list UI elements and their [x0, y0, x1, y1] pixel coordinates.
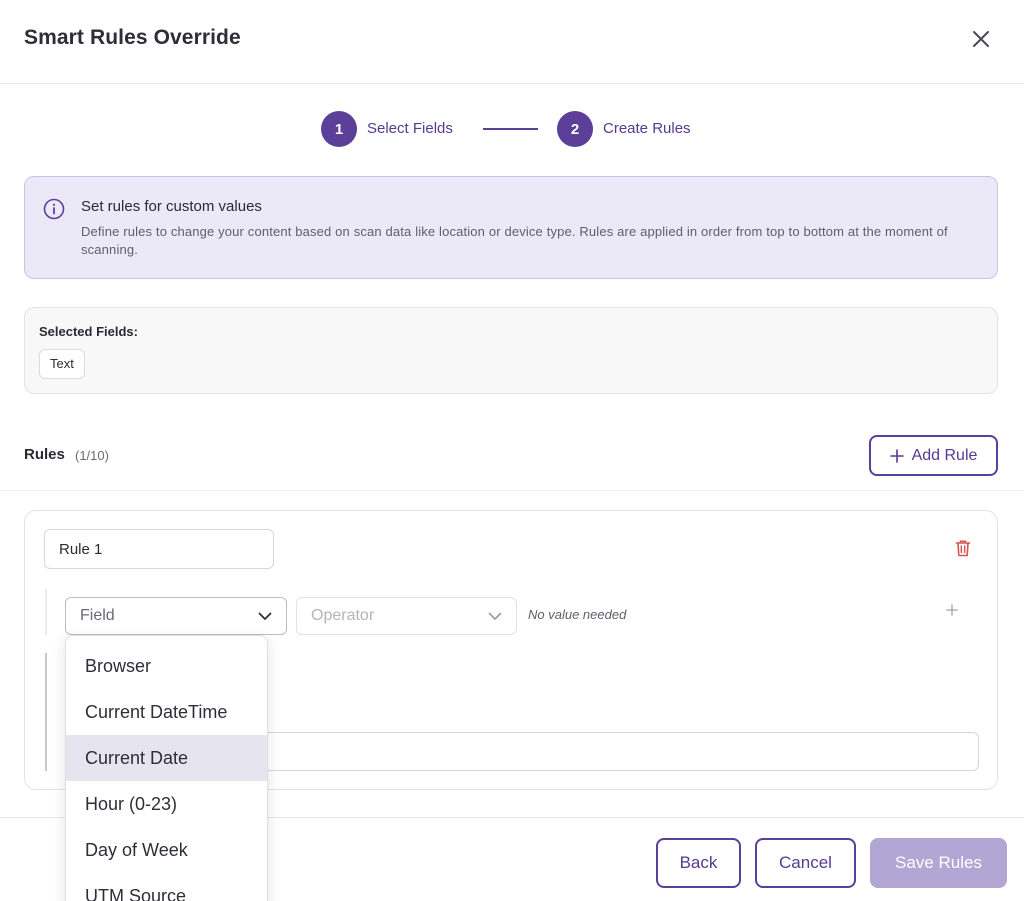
info-description: Define rules to change your content base…: [81, 224, 948, 257]
field-dropdown-menu: Browser Current DateTime Current Date Ho…: [65, 635, 268, 901]
trash-icon: [955, 540, 971, 557]
info-icon: [43, 198, 65, 220]
rules-heading: Rules: [24, 446, 65, 463]
chevron-down-icon: [258, 612, 272, 620]
field-select[interactable]: Field: [65, 597, 287, 635]
field-chip: Text: [39, 349, 85, 379]
dropdown-option-utm-source[interactable]: UTM Source: [66, 873, 267, 901]
add-rule-button[interactable]: Add Rule: [869, 435, 998, 476]
action-indent-bar: [45, 653, 47, 771]
no-value-text: No value needed: [528, 607, 627, 622]
selected-fields-panel: Selected Fields: Text: [24, 307, 998, 394]
info-title: Set rules for custom values: [81, 198, 262, 215]
cancel-button[interactable]: Cancel: [755, 838, 856, 888]
plus-icon: [889, 448, 904, 463]
add-rule-label: Add Rule: [911, 446, 978, 464]
close-icon: [973, 31, 989, 47]
selected-fields-label: Selected Fields:: [39, 324, 138, 339]
modal-title: Smart Rules Override: [24, 26, 241, 49]
operator-select-value: Operator: [311, 607, 375, 624]
smart-rules-modal: Smart Rules Override 1 Select Fields 2 C…: [0, 0, 1024, 901]
modal-header: Smart Rules Override: [0, 0, 1024, 84]
save-rules-button[interactable]: Save Rules: [870, 838, 1007, 888]
plus-icon: [946, 604, 958, 616]
step-2-number: 2: [557, 111, 593, 147]
add-condition-button[interactable]: [946, 603, 958, 621]
rule-name-input[interactable]: [44, 529, 274, 569]
field-select-value: Field: [80, 607, 115, 624]
section-divider: [0, 490, 1024, 491]
operator-select[interactable]: Operator: [296, 597, 517, 635]
dropdown-option-current-date[interactable]: Current Date: [66, 735, 267, 781]
override-value-input[interactable]: [265, 732, 979, 771]
dropdown-option-hour[interactable]: Hour (0-23): [66, 781, 267, 827]
condition-indent-bar: [45, 589, 47, 635]
delete-rule-button[interactable]: [955, 539, 971, 562]
back-button[interactable]: Back: [656, 838, 741, 888]
dropdown-option-current-datetime[interactable]: Current DateTime: [66, 689, 267, 735]
dropdown-option-browser[interactable]: Browser: [66, 643, 267, 689]
step-1-number: 1: [321, 111, 357, 147]
close-button[interactable]: [966, 24, 996, 54]
rules-count: (1/10): [75, 448, 109, 463]
step-1-label: Select Fields: [367, 120, 453, 137]
dropdown-option-day-of-week[interactable]: Day of Week: [66, 827, 267, 873]
stepper-connector: [483, 128, 538, 130]
info-banner: Set rules for custom values Define rules…: [24, 176, 998, 279]
step-2-label: Create Rules: [603, 120, 691, 137]
chevron-down-icon: [488, 612, 502, 620]
stepper: 1 Select Fields 2 Create Rules: [0, 111, 1024, 147]
